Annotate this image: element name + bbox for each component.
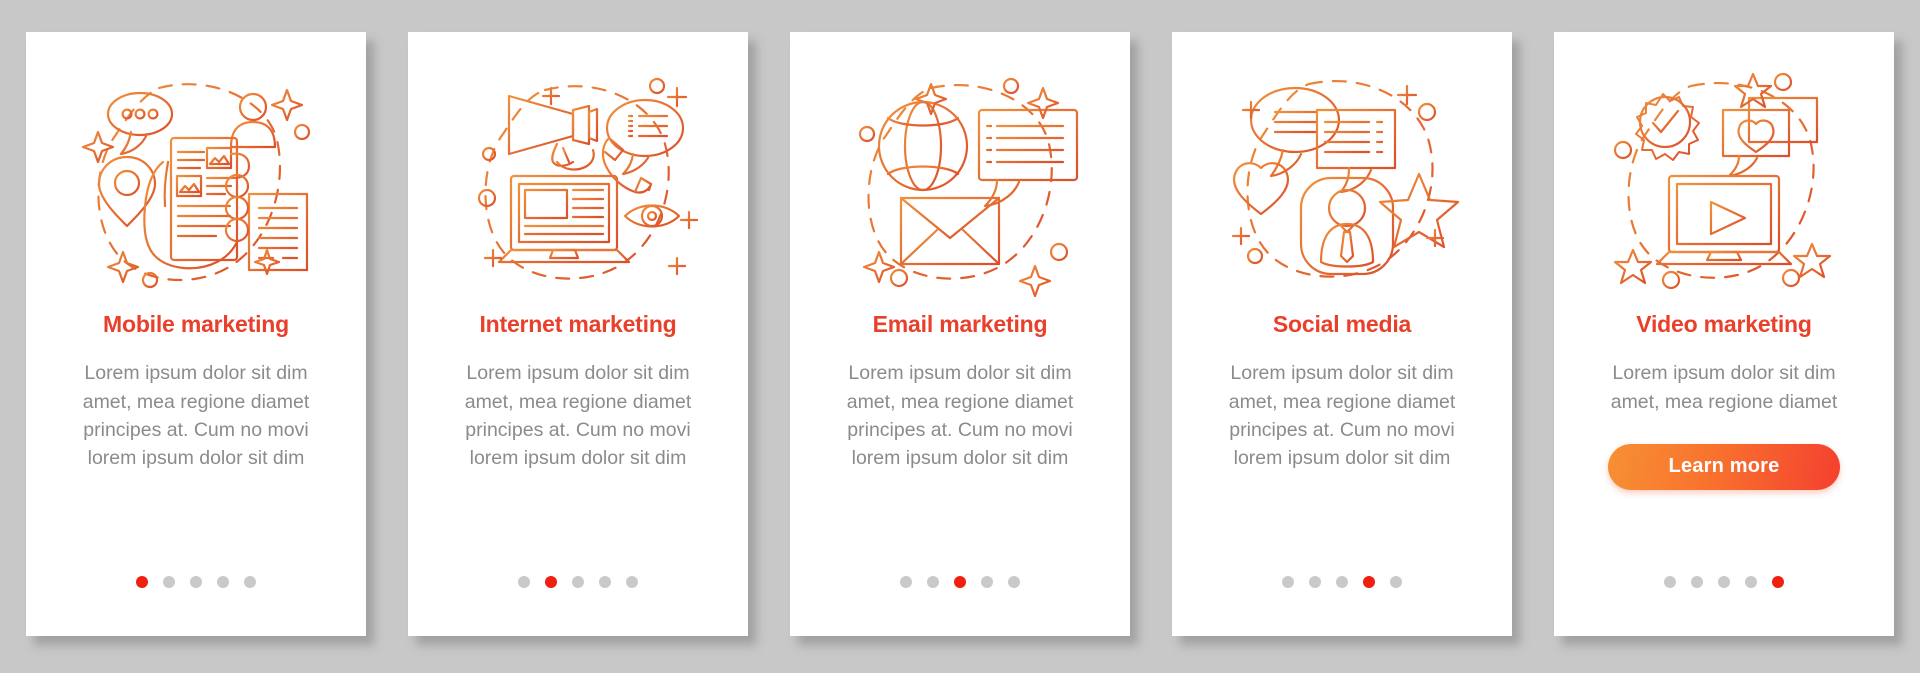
onboarding-card: Mobile marketing Lorem ipsum dolor sit di… xyxy=(26,32,366,636)
onboarding-card: Video marketing Lorem ipsum dolor sit dim… xyxy=(1554,32,1894,636)
learn-more-button[interactable]: Learn more xyxy=(1608,443,1840,490)
pagination-dot[interactable] xyxy=(163,576,175,588)
pagination-dot[interactable] xyxy=(927,576,939,588)
card-description-line: Lorem ipsum dolor sit dim xyxy=(1612,362,1836,385)
pagination-dot[interactable] xyxy=(1008,576,1020,588)
pagination-dot[interactable] xyxy=(1745,576,1757,588)
pagination-dot[interactable] xyxy=(1282,576,1294,588)
social-media-illustration xyxy=(1217,66,1467,298)
pagination-dot[interactable] xyxy=(1718,576,1730,588)
video-marketing-illustration xyxy=(1599,66,1849,298)
card-description-line: principes at. Cum no movi xyxy=(1229,418,1455,441)
onboarding-card: Social media Lorem ipsum dolor sit dim ame… xyxy=(1172,32,1512,636)
card-title: Social media xyxy=(1272,311,1412,337)
pagination-dots xyxy=(408,576,748,588)
card-description-line: amet, mea regione diamet xyxy=(1610,390,1838,413)
card-description: Lorem ipsum dolor sit dim amet, mea regio… xyxy=(826,359,1094,472)
internet-marketing-illustration xyxy=(453,66,703,298)
card-description-line: principes at. Cum no movi xyxy=(847,418,1073,441)
card-description-line: amet, mea regione diamet xyxy=(846,390,1074,413)
pagination-dot-active[interactable] xyxy=(1772,576,1784,588)
card-description: Lorem ipsum dolor sit dim amet, mea regio… xyxy=(62,359,330,472)
pagination-dot[interactable] xyxy=(217,576,229,588)
mobile-marketing-illustration xyxy=(71,66,321,298)
pagination-dot[interactable] xyxy=(572,576,584,588)
pagination-dot-active[interactable] xyxy=(136,576,148,588)
card-description-line: Lorem ipsum dolor sit dim xyxy=(466,362,690,385)
pagination-dots xyxy=(26,576,366,588)
pagination-dot[interactable] xyxy=(518,576,530,588)
card-title: Video marketing xyxy=(1636,311,1812,337)
pagination-dots xyxy=(1554,576,1894,588)
card-description-line: principes at. Cum no movi xyxy=(465,418,691,441)
card-description-line: lorem ipsum dolor sit dim xyxy=(851,447,1069,470)
pagination-dots xyxy=(1172,576,1512,588)
pagination-dot-active[interactable] xyxy=(545,576,557,588)
onboarding-card: Email marketing Lorem ipsum dolor sit dim… xyxy=(790,32,1130,636)
card-description-line: lorem ipsum dolor sit dim xyxy=(1233,447,1451,470)
card-title: Mobile marketing xyxy=(103,311,289,337)
card-description: Lorem ipsum dolor sit dim amet, mea regio… xyxy=(1208,359,1476,472)
onboarding-screens-board: Mobile marketing Lorem ipsum dolor sit di… xyxy=(0,0,1920,673)
card-description-line: amet, mea regione diamet xyxy=(1228,390,1456,413)
pagination-dot[interactable] xyxy=(981,576,993,588)
pagination-dot[interactable] xyxy=(1664,576,1676,588)
pagination-dot[interactable] xyxy=(626,576,638,588)
card-description-line: Lorem ipsum dolor sit dim xyxy=(84,362,308,385)
pagination-dot[interactable] xyxy=(1336,576,1348,588)
pagination-dot[interactable] xyxy=(244,576,256,588)
card-description-line: lorem ipsum dolor sit dim xyxy=(87,447,305,470)
pagination-dot-active[interactable] xyxy=(1363,576,1375,588)
card-title: Internet marketing xyxy=(479,311,677,337)
card-title: Email marketing xyxy=(872,311,1048,337)
email-marketing-illustration xyxy=(835,66,1085,298)
card-description-line: lorem ipsum dolor sit dim xyxy=(469,447,687,470)
card-description-line: Lorem ipsum dolor sit dim xyxy=(1230,362,1454,385)
card-description-line: amet, mea regione diamet xyxy=(82,390,310,413)
pagination-dots xyxy=(790,576,1130,588)
card-description-line: principes at. Cum no movi xyxy=(83,418,309,441)
pagination-dot[interactable] xyxy=(599,576,611,588)
pagination-dot[interactable] xyxy=(900,576,912,588)
card-description: Lorem ipsum dolor sit dim amet, mea regio… xyxy=(1590,359,1858,416)
pagination-dot[interactable] xyxy=(1309,576,1321,588)
card-description-line: Lorem ipsum dolor sit dim xyxy=(848,362,1072,385)
card-description: Lorem ipsum dolor sit dim amet, mea regio… xyxy=(444,359,712,472)
pagination-dot[interactable] xyxy=(190,576,202,588)
pagination-dot-active[interactable] xyxy=(954,576,966,588)
onboarding-card: Internet marketing Lorem ipsum dolor sit … xyxy=(408,32,748,636)
card-description-line: amet, mea regione diamet xyxy=(464,390,692,413)
pagination-dot[interactable] xyxy=(1390,576,1402,588)
pagination-dot[interactable] xyxy=(1691,576,1703,588)
